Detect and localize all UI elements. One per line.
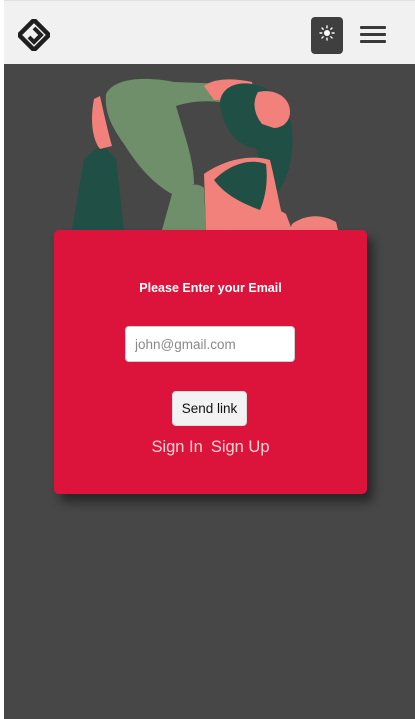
email-field[interactable] — [125, 326, 295, 362]
hamburger-menu-icon[interactable] — [358, 23, 388, 47]
main-content: Please Enter your Email Send link Sign I… — [4, 64, 415, 719]
logo-icon[interactable] — [15, 16, 53, 54]
auth-links: Sign In Sign Up — [54, 438, 367, 457]
sign-up-link[interactable]: Sign Up — [211, 438, 270, 456]
send-link-button[interactable]: Send link — [172, 391, 247, 426]
sign-in-link[interactable]: Sign In — [151, 438, 202, 456]
yoga-woman-illustration — [54, 64, 364, 234]
app-frame: Please Enter your Email Send link Sign I… — [0, 0, 415, 719]
theme-toggle-button[interactable] — [311, 17, 343, 54]
card-title: Please Enter your Email — [139, 281, 282, 295]
navbar — [4, 0, 415, 64]
sun-icon — [319, 25, 335, 46]
email-card: Please Enter your Email Send link Sign I… — [54, 230, 367, 494]
